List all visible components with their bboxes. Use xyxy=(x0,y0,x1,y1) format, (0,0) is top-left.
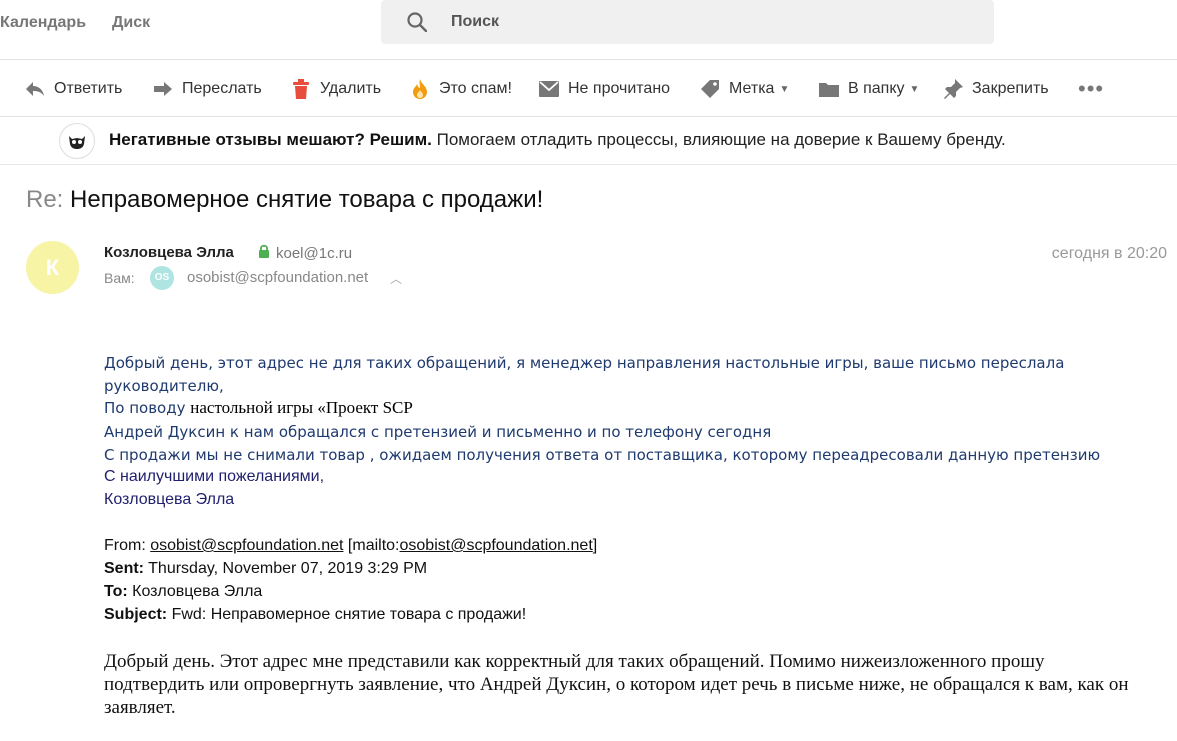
reply-label: Ответить xyxy=(54,80,123,97)
fwd-to-value: Козловцева Элла xyxy=(127,583,263,600)
nav-disk-link[interactable]: Диск xyxy=(112,14,150,32)
search-input[interactable]: Поиск xyxy=(381,0,994,44)
body-line-1: Добрый день, этот адрес не для таких обр… xyxy=(104,354,1065,372)
unread-label: Не прочитано xyxy=(568,80,671,97)
fwd-to-label: To: xyxy=(104,583,128,600)
delete-label: Удалить xyxy=(320,80,382,97)
fwd-mailto-open: [mailto: xyxy=(343,537,400,554)
fwd-mailto-link[interactable]: osobist@scpfoundation.net xyxy=(400,537,593,554)
fwd-mailto-close: ] xyxy=(592,537,598,554)
signature-greeting: С наилучшими пожеланиями, xyxy=(104,468,325,485)
fwd-sent-value: Thursday, November 07, 2019 3:29 PM xyxy=(144,560,428,577)
message-subject: Re: Неправомерное снятие товара с продаж… xyxy=(26,186,543,214)
forward-label: Переслать xyxy=(182,80,262,97)
more-dots-icon: ••• xyxy=(1078,76,1105,101)
more-button[interactable]: ••• xyxy=(1078,76,1105,101)
unread-button[interactable]: Не прочитано xyxy=(538,78,670,100)
search-placeholder: Поиск xyxy=(451,13,500,30)
sender-email[interactable]: koel@1c.ru xyxy=(276,245,352,262)
fwd-from-line: From: osobist@scpfoundation.net [mailto:… xyxy=(104,537,597,555)
lock-icon xyxy=(259,244,269,258)
fwd-to-line: To: Козловцева Элла xyxy=(104,583,262,601)
flame-icon xyxy=(409,79,431,99)
signature-name: Козловцева Элла xyxy=(104,491,235,508)
owl-logo-icon xyxy=(59,123,95,159)
spam-button[interactable]: Это спам! xyxy=(409,78,512,100)
spam-label: Это спам! xyxy=(439,80,512,97)
avatar[interactable]: К xyxy=(26,241,79,294)
tag-icon xyxy=(699,79,721,99)
label-caret-icon: ▼ xyxy=(779,83,790,95)
pin-button[interactable]: Закрепить xyxy=(942,78,1049,100)
body-line-3-serif: настольной игры «Проект SCP xyxy=(190,398,413,417)
trash-icon xyxy=(290,79,312,99)
fwd-from-email-link[interactable]: osobist@scpfoundation.net xyxy=(150,537,343,554)
forward-button[interactable]: Переслать xyxy=(152,78,262,100)
chevron-up-icon[interactable]: ︿ xyxy=(390,270,402,287)
body-line-3-prefix: По поводу xyxy=(104,399,191,417)
pin-label: Закрепить xyxy=(972,80,1049,97)
folder-label: В папку xyxy=(848,80,905,97)
forward-arrow-icon xyxy=(152,79,174,99)
move-to-folder-button[interactable]: В папку ▼ xyxy=(818,78,919,100)
subject-prefix: Re: xyxy=(26,186,64,213)
body-line-2: руководителю, xyxy=(104,377,224,395)
fwd-subject-value: Fwd: Неправомерное снятие товара с прода… xyxy=(167,606,527,623)
delete-button[interactable]: Удалить xyxy=(290,78,381,100)
message-date: сегодня в 20:20 xyxy=(1051,245,1167,262)
ad-banner[interactable]: Негативные отзывы мешают? Решим. Помогае… xyxy=(0,116,1177,165)
search-icon xyxy=(407,12,427,32)
subject-text: Неправомерное снятие товара с продажи! xyxy=(63,186,544,213)
fwd-body-paragraph: Добрый день. Этот адрес мне представили … xyxy=(104,651,1129,718)
ad-headline: Негативные отзывы мешают? Решим. xyxy=(109,130,432,149)
body-line-3: По поводу настольной игры «Проект SCP xyxy=(104,398,413,418)
fwd-subject-line: Subject: Fwd: Неправомерное снятие товар… xyxy=(104,606,526,624)
label-button[interactable]: Метка ▼ xyxy=(699,78,789,100)
fwd-sent-label: Sent: xyxy=(104,560,144,577)
pin-icon xyxy=(942,79,964,99)
recipient-avatar[interactable]: OS xyxy=(150,266,174,290)
ad-text: Помогаем отладить процессы, влияющие на … xyxy=(431,130,1006,149)
reply-arrow-icon xyxy=(24,79,46,99)
envelope-icon xyxy=(538,79,560,99)
folder-icon xyxy=(818,79,840,99)
label-label: Метка xyxy=(729,80,775,97)
message-toolbar: Ответить Переслать Удалить Это спам! Не … xyxy=(0,59,1177,117)
reply-button[interactable]: Ответить xyxy=(24,78,122,100)
to-label: Вам: xyxy=(104,270,135,286)
fwd-from-label: From: xyxy=(104,537,151,554)
fwd-sent-line: Sent: Thursday, November 07, 2019 3:29 P… xyxy=(104,560,427,578)
body-line-5: С продажи мы не снимали товар , ожидаем … xyxy=(104,446,1101,464)
folder-caret-icon: ▼ xyxy=(909,83,920,95)
nav-calendar-link[interactable]: Календарь xyxy=(0,14,86,32)
body-line-4: Андрей Дуксин к нам обращался с претензи… xyxy=(104,423,772,441)
fwd-subject-label: Subject: xyxy=(104,606,168,623)
recipient-email[interactable]: osobist@scpfoundation.net xyxy=(187,269,368,286)
sender-name[interactable]: Козловцева Элла xyxy=(104,244,234,261)
